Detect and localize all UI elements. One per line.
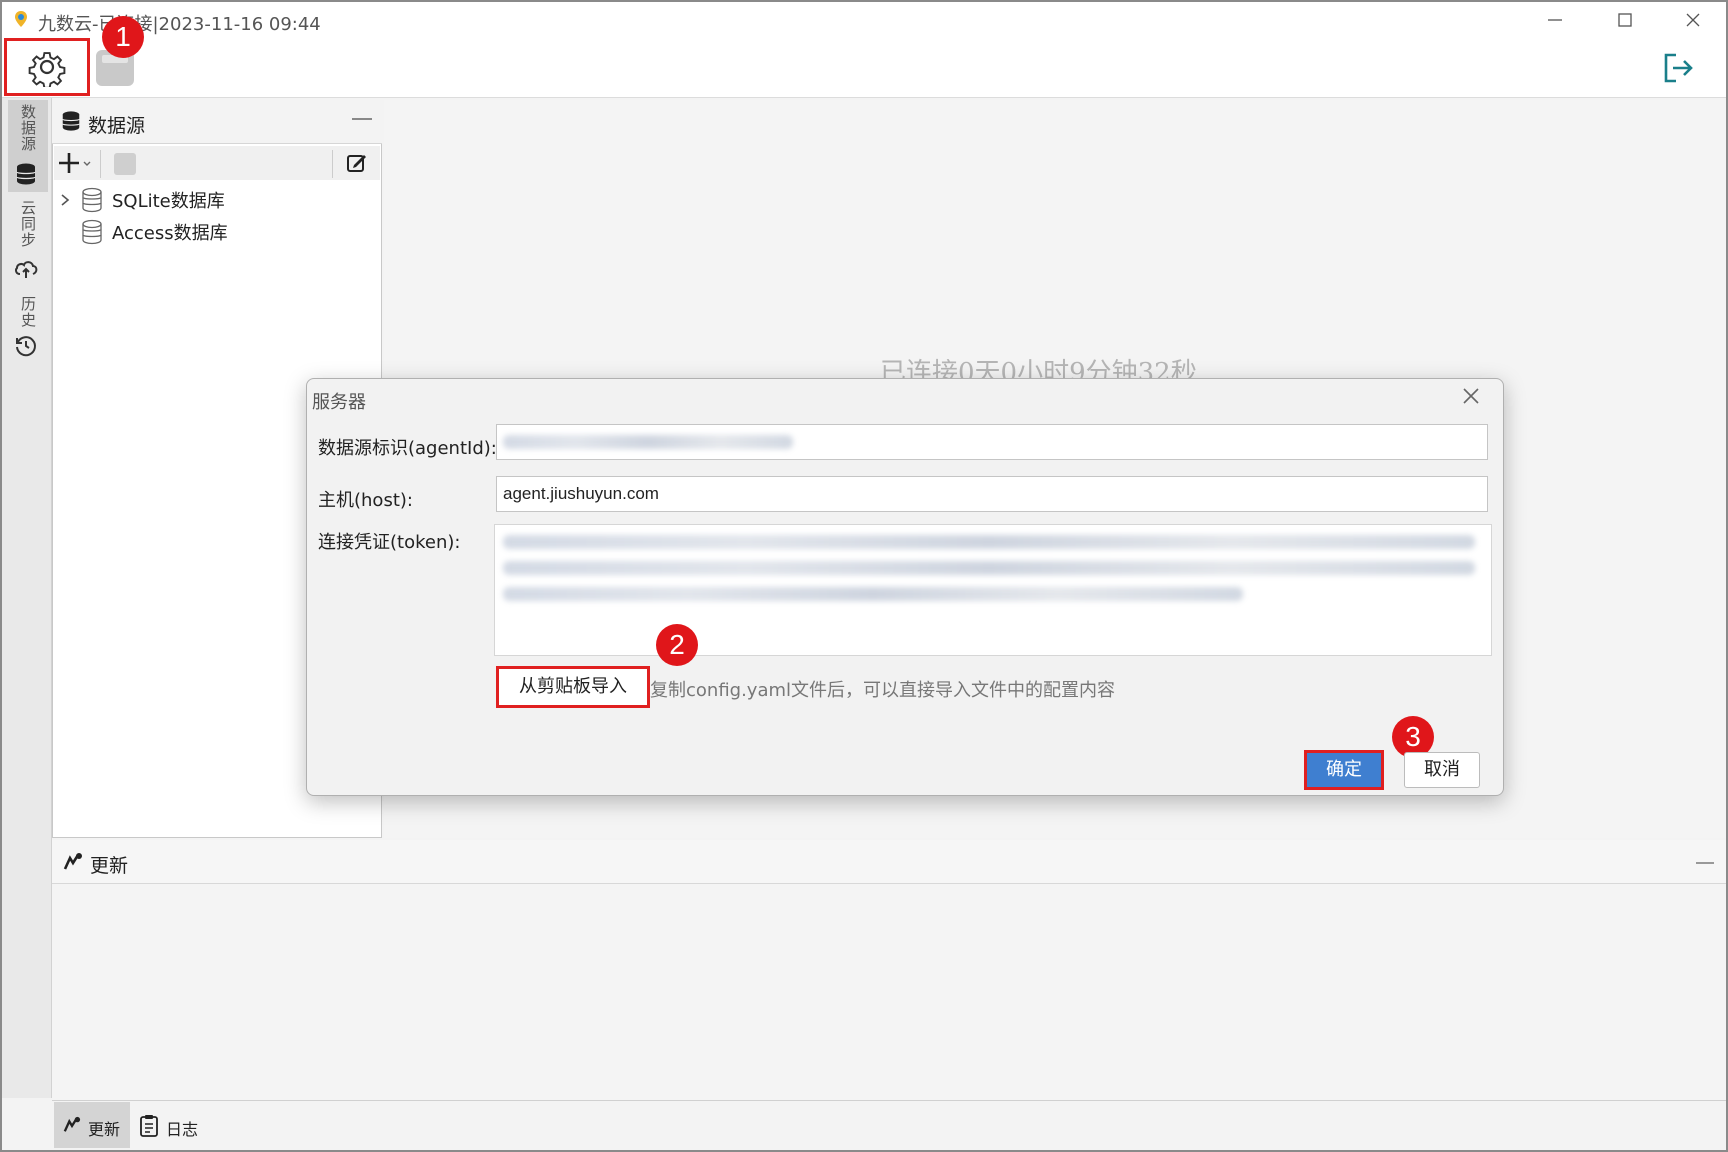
maximize-icon (1618, 13, 1632, 27)
import-hint: 复制config.yaml文件后，可以直接导入文件中的配置内容 (650, 680, 1116, 701)
side-tab-label: 历史 (19, 296, 37, 328)
database-icon (82, 187, 102, 213)
minimize-panel-icon[interactable] (1696, 862, 1714, 864)
database-icon (60, 110, 82, 136)
bottom-tab-bar (52, 1100, 1726, 1150)
chevron-right-icon[interactable] (58, 193, 72, 207)
database-settings-icon[interactable] (114, 153, 136, 175)
logout-button[interactable] (1660, 50, 1704, 90)
dialog-close-button[interactable] (1456, 382, 1486, 412)
edit-button[interactable] (346, 152, 368, 178)
redacted-value (503, 435, 793, 449)
redacted-value (503, 587, 1243, 601)
toolbar-divider (332, 150, 333, 178)
cloud-sync-icon (13, 256, 39, 284)
minimize-button[interactable] (1522, 4, 1588, 38)
agent-id-label: 数据源标识(agentId): (318, 438, 497, 459)
gear-icon (28, 52, 66, 87)
close-icon (1686, 13, 1700, 27)
maximize-button[interactable] (1592, 4, 1658, 38)
close-icon (1463, 388, 1479, 404)
database-icon (14, 162, 38, 190)
history-icon (14, 334, 38, 362)
toolbar (2, 42, 1726, 98)
redacted-value (503, 561, 1475, 575)
close-window-button[interactable] (1660, 4, 1726, 38)
edit-icon (347, 155, 366, 172)
host-field[interactable]: agent.jiushuyun.com (496, 476, 1488, 512)
update-icon (62, 1116, 82, 1138)
add-datasource-button[interactable] (58, 150, 96, 178)
host-label: 主机(host): (318, 490, 413, 511)
update-panel-header (52, 840, 1726, 884)
side-tab-label: 云同步 (19, 200, 37, 248)
redacted-value (503, 535, 1475, 549)
window-title: 九数云-已连接|2023-11-16 09:44 (38, 14, 321, 35)
ok-button[interactable]: 确定 (1304, 750, 1384, 790)
app-logo-icon (14, 10, 28, 33)
tree-item-label: SQLite数据库 (112, 191, 225, 212)
tab-log-label: 日志 (166, 1120, 199, 1139)
update-icon (62, 852, 84, 876)
toolbar-divider (100, 150, 101, 178)
plus-icon (59, 153, 91, 173)
step-marker-2: 2 (656, 624, 698, 666)
token-label: 连接凭证(token): (318, 532, 461, 553)
tab-update-label: 更新 (88, 1120, 121, 1139)
update-panel-title: 更新 (90, 855, 129, 877)
side-tab-label: 数据源 (19, 104, 37, 152)
token-field[interactable] (494, 524, 1492, 656)
minimize-panel-icon[interactable] (352, 118, 372, 120)
database-icon (82, 219, 102, 245)
tree-item-access[interactable]: Access数据库 (80, 216, 228, 248)
clipboard-icon (138, 1114, 160, 1142)
cancel-button[interactable]: 取消 (1404, 752, 1480, 788)
dialog-title: 服务器 (312, 392, 366, 413)
datasource-panel-title: 数据源 (88, 115, 146, 137)
settings-button[interactable] (4, 38, 90, 96)
agent-id-field[interactable] (496, 424, 1488, 460)
logout-icon (1664, 53, 1693, 83)
tree-item-label: Access数据库 (112, 223, 228, 244)
import-from-clipboard-button[interactable]: 从剪贴板导入 (496, 666, 650, 708)
minimize-icon (1548, 19, 1562, 21)
tree-item-sqlite[interactable]: SQLite数据库 (58, 184, 225, 216)
step-marker-1: 1 (102, 16, 144, 58)
